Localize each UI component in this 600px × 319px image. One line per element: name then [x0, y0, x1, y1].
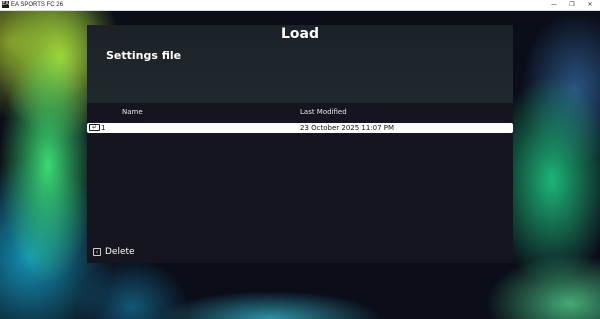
dialog-title: Load — [280, 26, 319, 42]
file-name: 1 — [101, 124, 106, 132]
keyboard-key-icon: ↲ — [93, 248, 101, 256]
app-icon: EA — [2, 1, 9, 8]
load-dialog: Load Settings file Name Last Modified ↵ … — [87, 25, 513, 263]
dialog-subtitle: Settings file — [106, 49, 182, 62]
file-row-selected[interactable]: ↵ 1 23 October 2025 11:07 PM — [87, 123, 513, 133]
column-header-last-modified[interactable]: Last Modified — [300, 106, 347, 118]
maximize-button[interactable]: ❐ — [563, 0, 581, 10]
window-title: EA SPORTS FC 26 — [11, 2, 63, 8]
enter-key-icon: ↵ — [89, 124, 100, 131]
column-header-name[interactable]: Name — [122, 106, 143, 118]
window-titlebar: EA EA SPORTS FC 26 — ❐ ✕ — [0, 0, 600, 11]
minimize-button[interactable]: — — [545, 0, 563, 10]
close-button[interactable]: ✕ — [581, 0, 599, 10]
file-last-modified: 23 October 2025 11:07 PM — [300, 124, 395, 132]
delete-label: Delete — [105, 247, 135, 257]
dialog-header: Load Settings file — [87, 25, 513, 103]
